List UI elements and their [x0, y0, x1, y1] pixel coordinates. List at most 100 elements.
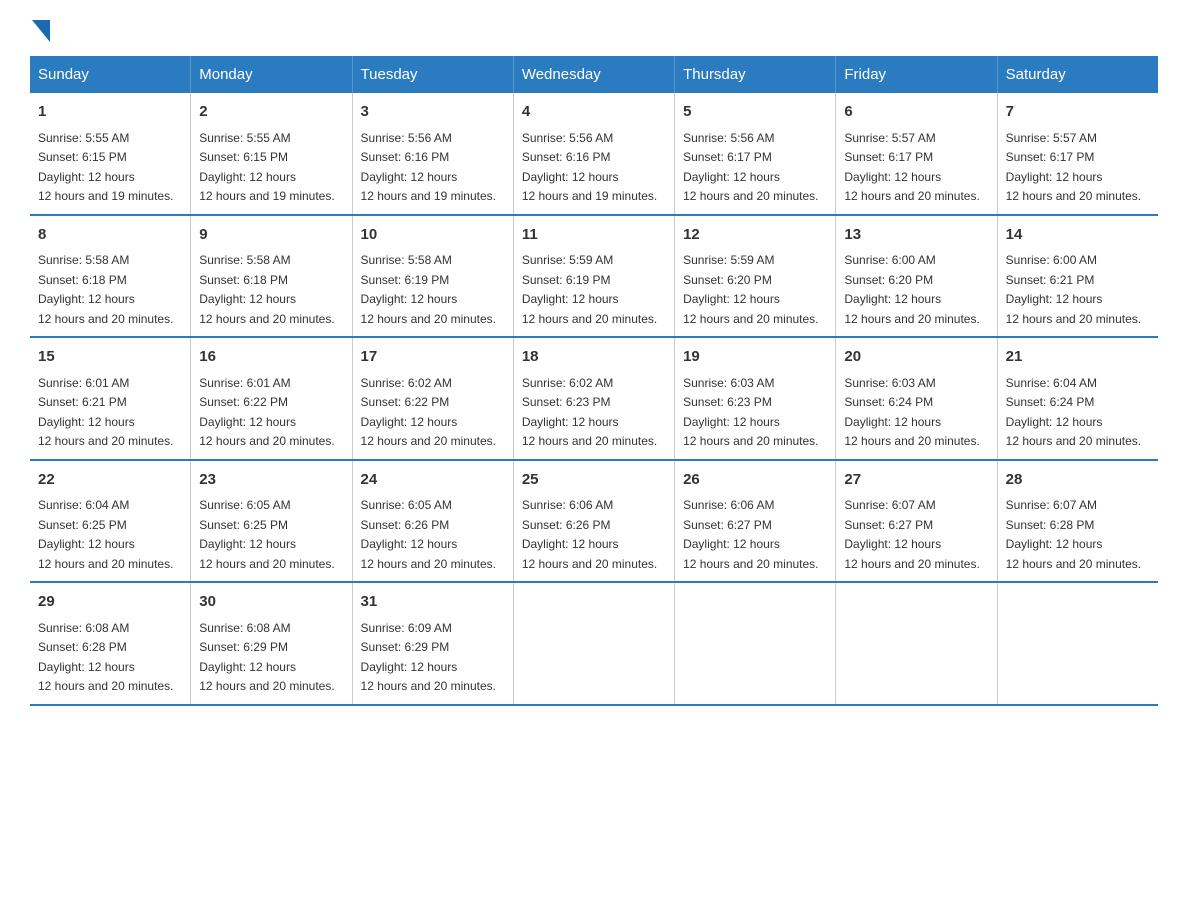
day-number: 2 [199, 101, 343, 124]
calendar-cell: 14 Sunrise: 6:00 AMSunset: 6:21 PMDayligh… [997, 215, 1158, 338]
calendar-week-row: 22 Sunrise: 6:04 AMSunset: 6:25 PMDayligh… [30, 460, 1158, 583]
day-info: Sunrise: 5:57 AMSunset: 6:17 PMDaylight:… [844, 131, 979, 204]
calendar-cell: 20 Sunrise: 6:03 AMSunset: 6:24 PMDayligh… [836, 337, 997, 460]
calendar-cell: 15 Sunrise: 6:01 AMSunset: 6:21 PMDayligh… [30, 337, 191, 460]
day-info: Sunrise: 6:04 AMSunset: 6:25 PMDaylight:… [38, 498, 173, 571]
day-info: Sunrise: 6:01 AMSunset: 6:21 PMDaylight:… [38, 376, 173, 449]
calendar-cell: 29 Sunrise: 6:08 AMSunset: 6:28 PMDayligh… [30, 582, 191, 705]
calendar-cell: 31 Sunrise: 6:09 AMSunset: 6:29 PMDayligh… [352, 582, 513, 705]
day-number: 15 [38, 346, 182, 369]
day-info: Sunrise: 5:58 AMSunset: 6:18 PMDaylight:… [199, 253, 334, 326]
calendar-cell: 28 Sunrise: 6:07 AMSunset: 6:28 PMDayligh… [997, 460, 1158, 583]
day-number: 25 [522, 469, 666, 492]
day-number: 29 [38, 591, 182, 614]
day-number: 14 [1006, 224, 1150, 247]
day-number: 26 [683, 469, 827, 492]
col-header-thursday: Thursday [675, 56, 836, 93]
calendar-cell: 6 Sunrise: 5:57 AMSunset: 6:17 PMDaylight… [836, 93, 997, 215]
day-number: 24 [361, 469, 505, 492]
col-header-monday: Monday [191, 56, 352, 93]
day-number: 3 [361, 101, 505, 124]
day-number: 12 [683, 224, 827, 247]
day-number: 20 [844, 346, 988, 369]
day-number: 17 [361, 346, 505, 369]
day-number: 21 [1006, 346, 1150, 369]
calendar-cell: 18Sunrise: 6:02 AMSunset: 6:23 PMDayligh… [513, 337, 674, 460]
day-number: 5 [683, 101, 827, 124]
day-number: 11 [522, 224, 666, 247]
calendar-cell: 1Sunrise: 5:55 AMSunset: 6:15 PMDaylight… [30, 93, 191, 215]
calendar-cell: 30Sunrise: 6:08 AMSunset: 6:29 PMDayligh… [191, 582, 352, 705]
calendar-week-row: 15 Sunrise: 6:01 AMSunset: 6:21 PMDayligh… [30, 337, 1158, 460]
day-info: Sunrise: 5:56 AMSunset: 6:16 PMDaylight:… [522, 131, 657, 204]
calendar-cell: 13 Sunrise: 6:00 AMSunset: 6:20 PMDayligh… [836, 215, 997, 338]
calendar-cell: 25 Sunrise: 6:06 AMSunset: 6:26 PMDayligh… [513, 460, 674, 583]
calendar-cell [513, 582, 674, 705]
day-number: 4 [522, 101, 666, 124]
calendar-cell: 21 Sunrise: 6:04 AMSunset: 6:24 PMDayligh… [997, 337, 1158, 460]
calendar-week-row: 29 Sunrise: 6:08 AMSunset: 6:28 PMDayligh… [30, 582, 1158, 705]
day-info: Sunrise: 6:00 AMSunset: 6:20 PMDaylight:… [844, 253, 979, 326]
calendar-cell: 4 Sunrise: 5:56 AMSunset: 6:16 PMDaylight… [513, 93, 674, 215]
calendar-week-row: 8Sunrise: 5:58 AMSunset: 6:18 PMDaylight… [30, 215, 1158, 338]
day-info: Sunrise: 6:06 AMSunset: 6:27 PMDaylight:… [683, 498, 818, 571]
page-header [30, 20, 1158, 36]
calendar-cell [675, 582, 836, 705]
day-info: Sunrise: 5:56 AMSunset: 6:16 PMDaylight:… [361, 131, 496, 204]
day-info: Sunrise: 6:05 AMSunset: 6:26 PMDaylight:… [361, 498, 496, 571]
day-info: Sunrise: 6:09 AMSunset: 6:29 PMDaylight:… [361, 621, 496, 694]
calendar-cell: 27 Sunrise: 6:07 AMSunset: 6:27 PMDayligh… [836, 460, 997, 583]
day-number: 31 [361, 591, 505, 614]
calendar-cell: 7 Sunrise: 5:57 AMSunset: 6:17 PMDaylight… [997, 93, 1158, 215]
day-info: Sunrise: 6:08 AMSunset: 6:28 PMDaylight:… [38, 621, 173, 694]
calendar-cell: 16 Sunrise: 6:01 AMSunset: 6:22 PMDayligh… [191, 337, 352, 460]
col-header-tuesday: Tuesday [352, 56, 513, 93]
calendar-cell: 3 Sunrise: 5:56 AMSunset: 6:16 PMDaylight… [352, 93, 513, 215]
day-info: Sunrise: 5:55 AMSunset: 6:15 PMDaylight:… [38, 131, 173, 204]
calendar-cell: 8Sunrise: 5:58 AMSunset: 6:18 PMDaylight… [30, 215, 191, 338]
day-number: 28 [1006, 469, 1150, 492]
day-number: 6 [844, 101, 988, 124]
logo-triangle-icon [32, 20, 50, 42]
day-number: 19 [683, 346, 827, 369]
calendar-cell: 2 Sunrise: 5:55 AMSunset: 6:15 PMDaylight… [191, 93, 352, 215]
col-header-friday: Friday [836, 56, 997, 93]
day-number: 27 [844, 469, 988, 492]
calendar-cell: 17Sunrise: 6:02 AMSunset: 6:22 PMDayligh… [352, 337, 513, 460]
day-info: Sunrise: 5:56 AMSunset: 6:17 PMDaylight:… [683, 131, 818, 204]
calendar-table: SundayMondayTuesdayWednesdayThursdayFrid… [30, 56, 1158, 706]
calendar-cell: 23 Sunrise: 6:05 AMSunset: 6:25 PMDayligh… [191, 460, 352, 583]
day-number: 22 [38, 469, 182, 492]
day-info: Sunrise: 5:55 AMSunset: 6:15 PMDaylight:… [199, 131, 334, 204]
col-header-sunday: Sunday [30, 56, 191, 93]
calendar-cell: 24 Sunrise: 6:05 AMSunset: 6:26 PMDayligh… [352, 460, 513, 583]
day-info: Sunrise: 6:07 AMSunset: 6:27 PMDaylight:… [844, 498, 979, 571]
calendar-cell: 19 Sunrise: 6:03 AMSunset: 6:23 PMDayligh… [675, 337, 836, 460]
day-info: Sunrise: 6:04 AMSunset: 6:24 PMDaylight:… [1006, 376, 1141, 449]
calendar-cell [836, 582, 997, 705]
day-info: Sunrise: 6:00 AMSunset: 6:21 PMDaylight:… [1006, 253, 1141, 326]
day-number: 16 [199, 346, 343, 369]
day-info: Sunrise: 6:03 AMSunset: 6:23 PMDaylight:… [683, 376, 818, 449]
day-number: 10 [361, 224, 505, 247]
day-info: Sunrise: 5:59 AMSunset: 6:19 PMDaylight:… [522, 253, 657, 326]
calendar-week-row: 1Sunrise: 5:55 AMSunset: 6:15 PMDaylight… [30, 93, 1158, 215]
day-info: Sunrise: 6:08 AMSunset: 6:29 PMDaylight:… [199, 621, 334, 694]
calendar-cell: 10Sunrise: 5:58 AMSunset: 6:19 PMDayligh… [352, 215, 513, 338]
col-header-saturday: Saturday [997, 56, 1158, 93]
calendar-cell: 26 Sunrise: 6:06 AMSunset: 6:27 PMDayligh… [675, 460, 836, 583]
day-info: Sunrise: 5:57 AMSunset: 6:17 PMDaylight:… [1006, 131, 1141, 204]
day-info: Sunrise: 6:01 AMSunset: 6:22 PMDaylight:… [199, 376, 334, 449]
calendar-cell: 5 Sunrise: 5:56 AMSunset: 6:17 PMDaylight… [675, 93, 836, 215]
calendar-cell: 9Sunrise: 5:58 AMSunset: 6:18 PMDaylight… [191, 215, 352, 338]
col-header-wednesday: Wednesday [513, 56, 674, 93]
day-number: 13 [844, 224, 988, 247]
calendar-header-row: SundayMondayTuesdayWednesdayThursdayFrid… [30, 56, 1158, 93]
day-info: Sunrise: 6:03 AMSunset: 6:24 PMDaylight:… [844, 376, 979, 449]
day-info: Sunrise: 6:05 AMSunset: 6:25 PMDaylight:… [199, 498, 334, 571]
day-info: Sunrise: 6:07 AMSunset: 6:28 PMDaylight:… [1006, 498, 1141, 571]
day-number: 18 [522, 346, 666, 369]
day-number: 7 [1006, 101, 1150, 124]
day-info: Sunrise: 6:06 AMSunset: 6:26 PMDaylight:… [522, 498, 657, 571]
day-number: 23 [199, 469, 343, 492]
